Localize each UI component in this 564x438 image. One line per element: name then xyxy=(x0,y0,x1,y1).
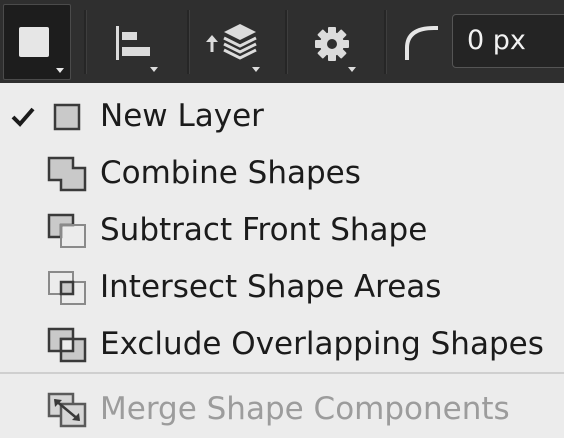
settings-button[interactable] xyxy=(300,4,368,80)
gear-icon xyxy=(315,27,356,72)
toolbar-separator xyxy=(285,10,288,74)
menu-item-label: Merge Shape Components xyxy=(100,391,510,427)
layers-icon xyxy=(206,24,260,72)
align-button[interactable] xyxy=(104,4,168,80)
square-fill-icon xyxy=(19,27,64,73)
menu-item-exclude-overlapping-shapes[interactable]: Exclude Overlapping Shapes xyxy=(0,316,564,373)
shape-operations-menu: New Layer Combine Shapes Subtract Front … xyxy=(0,83,564,436)
menu-item-new-layer[interactable]: New Layer xyxy=(0,88,564,145)
checkmark-icon xyxy=(11,107,35,127)
merge-shape-components-icon xyxy=(47,392,87,428)
menu-item-label: Subtract Front Shape xyxy=(100,212,428,248)
toolbar-separator xyxy=(384,10,387,74)
corner-radius-field[interactable]: 0 px xyxy=(452,14,564,68)
menu-item-subtract-front-shape[interactable]: Subtract Front Shape xyxy=(0,202,564,259)
menu-item-combine-shapes[interactable]: Combine Shapes xyxy=(0,145,564,202)
menu-item-label: Intersect Shape Areas xyxy=(100,269,442,305)
menu-item-label: New Layer xyxy=(100,98,264,134)
new-layer-icon xyxy=(53,103,81,131)
menu-item-merge-shape-components: Merge Shape Components xyxy=(0,381,564,438)
menu-item-intersect-shape-areas[interactable]: Intersect Shape Areas xyxy=(0,259,564,316)
arrange-layers-button[interactable] xyxy=(200,4,272,80)
combine-shapes-icon xyxy=(47,156,87,192)
corner-radius-icon xyxy=(405,26,438,60)
toolbar-separator xyxy=(84,10,87,74)
subtract-front-shape-icon xyxy=(47,213,86,248)
intersect-shape-areas-icon xyxy=(48,271,86,305)
toolbar-separator xyxy=(187,10,190,74)
shape-style-button[interactable] xyxy=(3,4,71,80)
align-left-icon xyxy=(116,26,158,72)
menu-divider xyxy=(0,372,564,374)
options-toolbar: 0 px xyxy=(0,0,564,83)
menu-item-label: Combine Shapes xyxy=(100,155,361,191)
exclude-overlapping-shapes-icon xyxy=(47,327,87,363)
menu-item-label: Exclude Overlapping Shapes xyxy=(100,326,544,362)
